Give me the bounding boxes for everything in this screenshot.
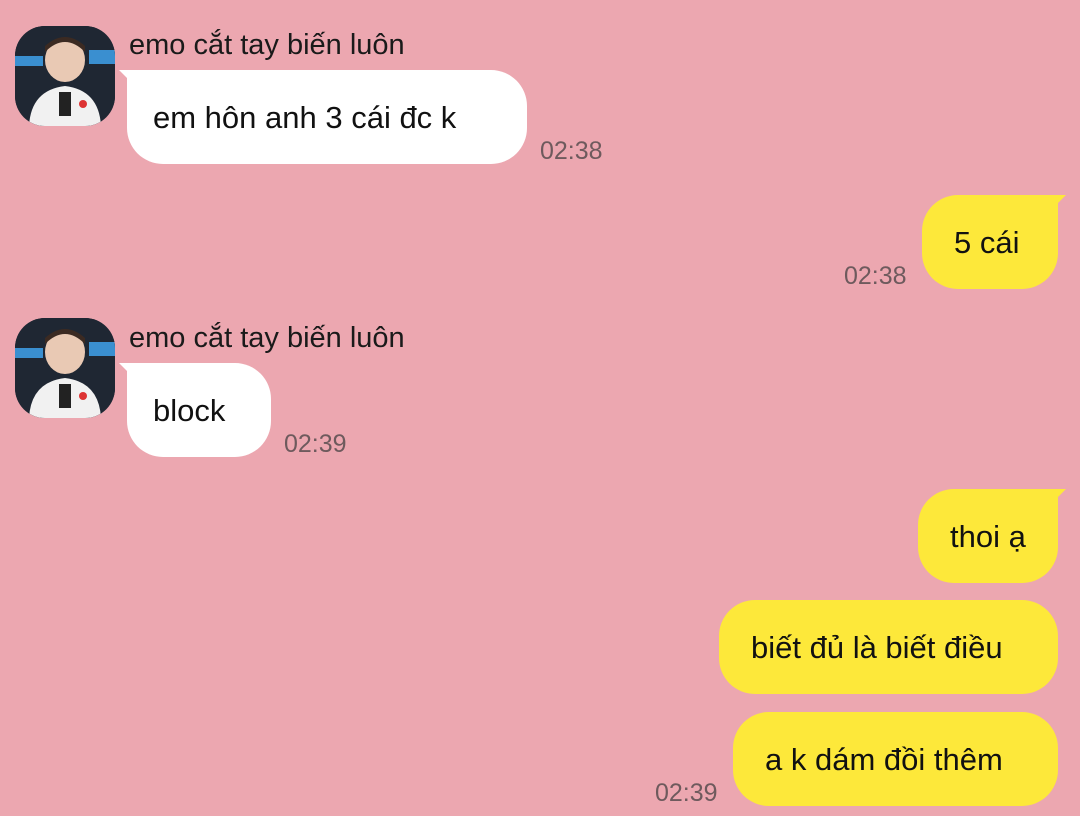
- outgoing-message-bubble[interactable]: 5 cái: [922, 195, 1066, 289]
- outgoing-message-bubble[interactable]: a k dám đồi thêm: [733, 712, 1058, 806]
- outgoing-message-bubble[interactable]: thoi ạ: [918, 489, 1066, 583]
- user-avatar-icon: [15, 318, 115, 418]
- sender-avatar[interactable]: [15, 26, 115, 126]
- sender-name: emo cắt tay biến luôn: [129, 29, 405, 61]
- sender-avatar[interactable]: [15, 318, 115, 418]
- user-avatar-icon: [15, 26, 115, 126]
- message-timestamp: 02:39: [284, 430, 347, 458]
- outgoing-message-bubble[interactable]: biết đủ là biết điều: [719, 600, 1058, 694]
- incoming-message-bubble[interactable]: em hôn anh 3 cái đc k: [119, 70, 527, 164]
- message-timestamp: 02:39: [655, 779, 718, 807]
- sender-name: emo cắt tay biến luôn: [129, 322, 405, 354]
- message-timestamp: 02:38: [540, 137, 603, 165]
- message-timestamp: 02:38: [844, 262, 907, 290]
- incoming-message-bubble[interactable]: block: [119, 363, 271, 457]
